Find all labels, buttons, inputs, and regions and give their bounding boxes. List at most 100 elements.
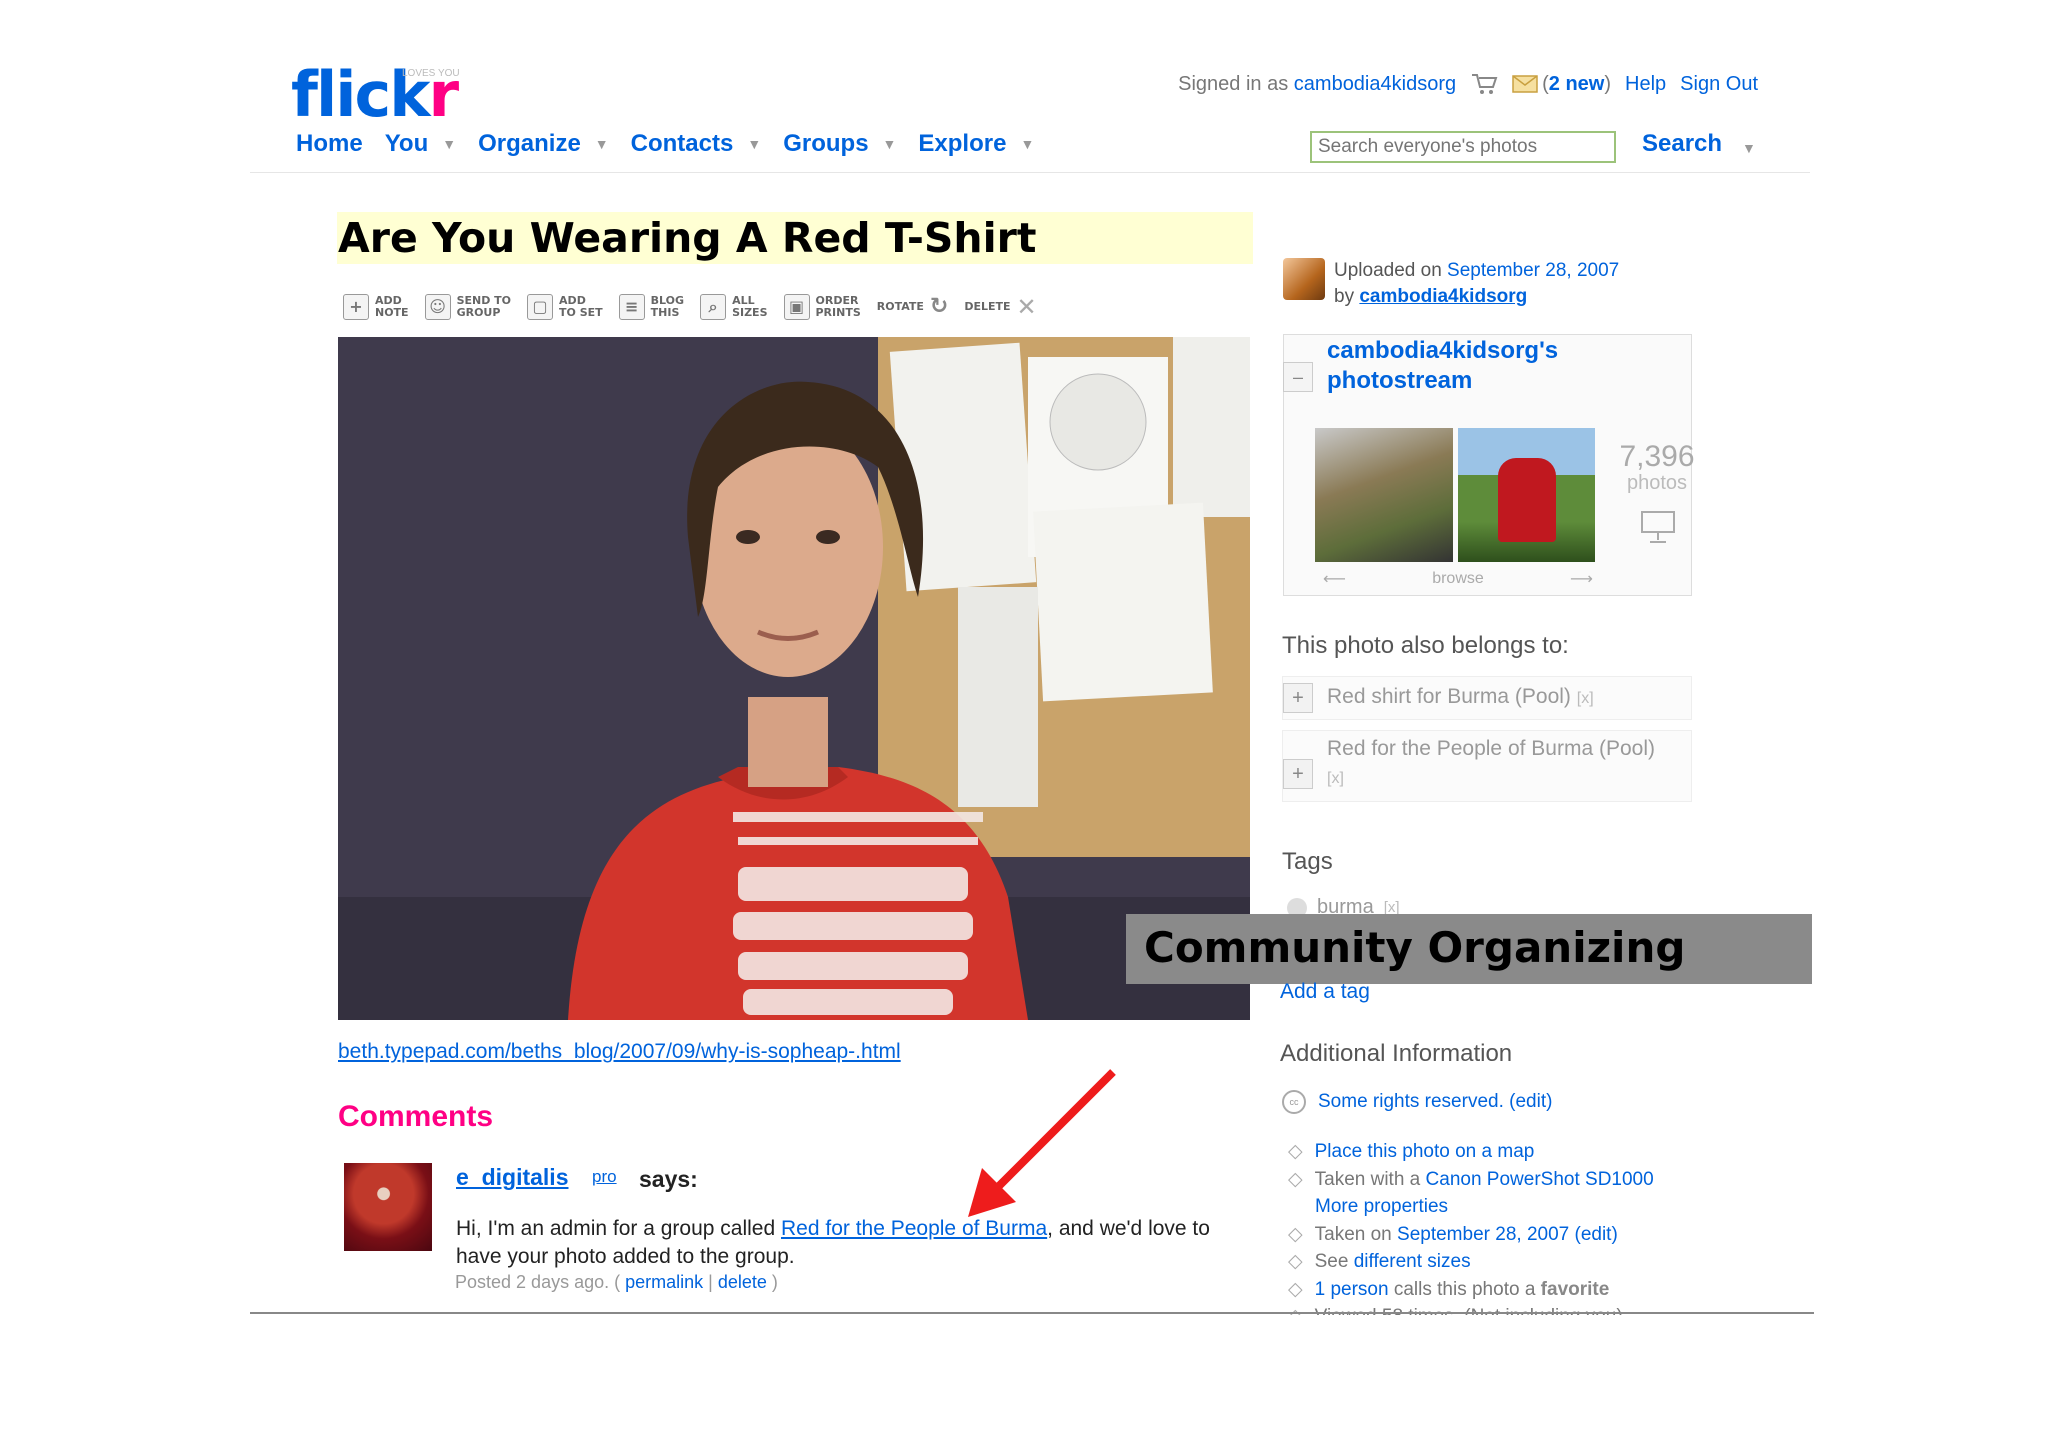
photo-count-label: photos [1626,472,1688,494]
photo-toolbar: + ADD NOTE ☺ SEND TO GROUP ▢ ADD TO SET ≡ BLOG T… [343,294,1037,320]
owner-link[interactable]: cambodia4kidsorg [1359,286,1527,307]
photo-title[interactable]: Are You Wearing A Red T-Shirt [338,214,1036,262]
additional-info-heading: Additional Information [1280,1040,1513,1067]
says-label: says: [639,1166,698,1192]
comments-heading: Comments [338,1100,494,1133]
camera-link[interactable]: Canon PowerShot SD1000 [1426,1169,1654,1190]
chevron-down-icon[interactable]: ▼ [595,136,609,152]
list-item: See different sizes [1288,1248,1708,1276]
list-item: Taken on September 28, 2007 (edit) [1288,1221,1708,1249]
belongs-heading: This photo also belongs to: [1282,632,1569,659]
delete-icon: ✕ [1016,293,1037,321]
list-item: 1 person calls this photo a favorite [1288,1276,1708,1304]
buddy-icon[interactable] [1283,258,1325,300]
creative-commons-icon: cc [1282,1090,1306,1114]
blog-this-button[interactable]: ≡ BLOG THIS [618,294,684,320]
order-prints-button[interactable]: ▣ ORDER PRINTS [783,294,861,320]
arrow-left-icon[interactable]: ⟵ [1323,569,1346,589]
browse-label[interactable]: browse [1432,570,1484,588]
pool-item[interactable]: + Red shirt for Burma (Pool) [x] [1282,676,1692,720]
taken-date-link[interactable]: September 28, 2007 [1397,1224,1569,1245]
search-button[interactable]: Search [1642,130,1722,158]
cart-icon[interactable] [1470,72,1498,96]
rotate-icon: ↻ [929,294,949,319]
signed-in-label: Signed in as cambodia4kidsorg [1178,72,1457,95]
username-link[interactable]: cambodia4kidsorg [1294,73,1456,95]
avatar[interactable] [344,1163,432,1251]
more-properties-link[interactable]: More properties [1315,1196,1448,1217]
nav-contacts[interactable]: Contacts ▼ [631,130,762,158]
favorites-count-link[interactable]: 1 person [1315,1279,1389,1300]
account-bar: Signed in as cambodia4kidsorg (2 new) He… [1178,72,1758,96]
mail-count[interactable]: 2 new [1549,73,1605,95]
nav-groups[interactable]: Groups ▼ [783,130,896,158]
page-divider [250,1312,1814,1314]
nav-you[interactable]: You ▼ [385,130,456,158]
header-divider [250,172,1810,173]
annotation-arrow-icon [968,1069,1116,1217]
main-photo[interactable] [338,337,1250,1020]
blog-icon: ≡ [618,294,645,320]
arrow-right-icon[interactable]: ⟶ [1570,569,1593,589]
collapse-toggle[interactable]: – [1283,362,1313,392]
sign-out-link[interactable]: Sign Out [1680,73,1758,96]
nav-home[interactable]: Home [296,130,363,158]
permalink-link[interactable]: permalink [625,1272,703,1292]
chevron-down-icon[interactable]: ▼ [442,136,456,152]
logo-tagline: LOVES YOU [402,68,460,79]
chevron-down-icon[interactable]: ▼ [1742,140,1756,156]
remove-pool-link[interactable]: [x] [1577,690,1594,707]
rights-edit-link[interactable]: (edit) [1509,1091,1552,1112]
add-tag-link[interactable]: Add a tag [1280,980,1370,1004]
set-icon: ▢ [527,294,554,320]
list-item: More properties [1288,1193,1708,1221]
photostream-link[interactable]: cambodia4kidsorg's photostream [1327,336,1587,396]
map-link[interactable]: Place this photo on a map [1315,1141,1535,1162]
chevron-down-icon[interactable]: ▼ [747,136,761,152]
add-note-button[interactable]: + ADD NOTE [343,294,409,320]
photo-image [338,337,1250,1020]
send-to-group-button[interactable]: ☺ SEND TO GROUP [424,294,511,320]
nav-explore[interactable]: Explore ▼ [918,130,1034,158]
next-thumbnail[interactable] [1458,428,1595,562]
photo-source-link[interactable]: beth.typepad.com/beths_blog/2007/09/why-… [338,1040,901,1064]
browse-bar: ⟵ browse ⟶ [1323,569,1593,589]
add-note-icon: + [343,294,369,320]
group-icon: ☺ [424,294,451,320]
nav-organize[interactable]: Organize ▼ [478,130,609,158]
prints-icon: ▣ [783,294,810,320]
comment-meta: Posted 2 days ago. ( permalink | delete … [455,1272,778,1292]
pro-badge[interactable]: pro [592,1167,617,1187]
delete-button[interactable]: DELETE ✕ [964,293,1037,321]
slideshow-icon[interactable] [1640,510,1676,544]
info-list: Place this photo on a map Taken with a C… [1288,1138,1708,1315]
magnifier-icon: ⌕ [700,294,727,320]
help-link[interactable]: Help [1625,73,1666,96]
comment-author-link[interactable]: e_digitalis [456,1164,568,1191]
plus-icon[interactable]: + [1283,759,1313,789]
add-to-set-button[interactable]: ▢ ADD TO SET [527,294,603,320]
chevron-down-icon[interactable]: ▼ [883,136,897,152]
search-input[interactable] [1310,131,1616,163]
upload-date-link[interactable]: September 28, 2007 [1447,260,1619,281]
remove-pool-link[interactable]: [x] [1327,770,1344,787]
mail-icon [1512,75,1538,93]
plus-icon[interactable]: + [1283,683,1313,713]
mail-indicator[interactable]: (2 new) [1512,73,1611,96]
pool-item[interactable]: + Red for the People of Burma (Pool) [x] [1282,730,1692,802]
list-item: Place this photo on a map [1288,1138,1708,1166]
sizes-link[interactable]: different sizes [1354,1251,1471,1272]
tags-heading: Tags [1282,848,1333,875]
main-nav: Home You ▼ Organize ▼ Contacts ▼ Groups ▼ Ex… [296,130,1034,158]
chevron-down-icon[interactable]: ▼ [1020,136,1034,152]
all-sizes-button[interactable]: ⌕ ALL SIZES [700,294,768,320]
prev-thumbnail[interactable] [1315,428,1453,562]
upload-info: Uploaded on September 28, 2007 by cambod… [1334,260,1620,307]
license-row: cc Some rights reserved. (edit) [1282,1090,1552,1114]
delete-comment-link[interactable]: delete [718,1272,767,1292]
caption-text: Community Organizing [1144,923,1686,972]
rotate-button[interactable]: ROTATE ↻ [877,294,949,319]
taken-edit-link[interactable]: (edit) [1575,1224,1618,1245]
photo-count: 7,396 [1619,440,1695,473]
rights-link[interactable]: Some rights reserved. [1318,1091,1504,1112]
